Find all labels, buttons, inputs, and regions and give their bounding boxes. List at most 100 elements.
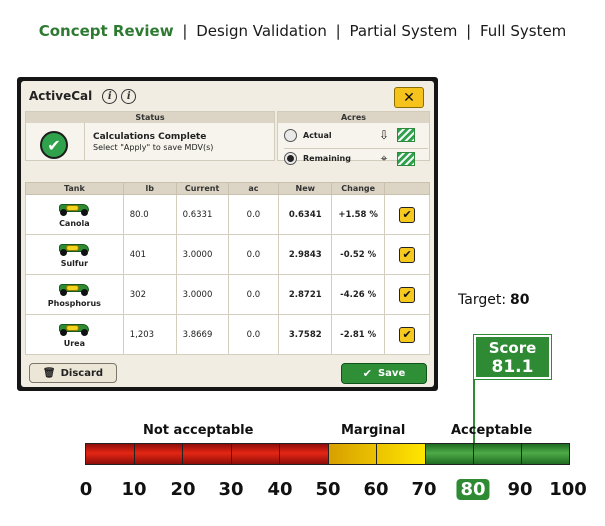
- radio-button-selected[interactable]: [284, 152, 297, 165]
- activecal-screen: ActiveCal i i ✕ Status ✔ Calculations Co…: [21, 81, 434, 387]
- column-header-tank: Tank: [25, 182, 124, 195]
- radio-button[interactable]: [284, 128, 297, 142]
- ac-cell: 0.0: [227, 194, 280, 235]
- scale-tick: [182, 444, 183, 464]
- tank-cell: Sulfur: [25, 234, 124, 275]
- scale-number: 60: [363, 479, 389, 500]
- table-row: Urea 1,203 3.8669 0.0 3.7582 -2.81 % ✔: [25, 314, 430, 355]
- column-header-apply: [384, 182, 430, 195]
- scale-number: 100: [549, 479, 587, 500]
- acres-option-actual[interactable]: Actual ⇩: [284, 126, 428, 144]
- table-row: Sulfur 401 3.0000 0.0 2.9843 -0.52 % ✔: [25, 234, 430, 275]
- scale-tick: [425, 444, 426, 464]
- column-header-lb: lb: [122, 182, 177, 195]
- score-scale-bar: [85, 443, 570, 465]
- save-button[interactable]: ✔ Save: [341, 363, 427, 384]
- current-cell: 0.6331: [175, 194, 229, 235]
- apply-cell: ✔: [384, 274, 430, 315]
- change-cell: -0.52 %: [331, 234, 386, 275]
- current-cell: 3.8669: [175, 314, 229, 355]
- zone-label-not-acceptable: Not acceptable: [143, 423, 254, 438]
- target-label: Target:: [458, 292, 507, 308]
- new-cell: 2.9843: [278, 234, 333, 275]
- lb-cell: 1,203: [122, 314, 177, 355]
- apply-checkbox[interactable]: ✔: [399, 246, 416, 263]
- review-stage-line: Concept Review | Design Validation | Par…: [0, 22, 605, 40]
- current-cell: 3.0000: [175, 274, 229, 315]
- tank-cell: Phosphorus: [25, 274, 124, 315]
- new-cell: 3.7582: [278, 314, 333, 355]
- info-icon[interactable]: i: [121, 88, 137, 104]
- column-header-current: Current: [175, 182, 229, 195]
- app-title: ActiveCal: [29, 89, 93, 103]
- tank-name: Canola: [59, 218, 90, 228]
- divider: [84, 123, 85, 161]
- zone-label-marginal: Marginal: [341, 423, 406, 438]
- scale-segment-not-acceptable: [86, 444, 328, 464]
- crosshair-icon: ⌖: [380, 151, 388, 165]
- zone-label-acceptable: Acceptable: [451, 423, 533, 438]
- scale-number: 30: [218, 479, 244, 500]
- tank-name: Sulfur: [60, 258, 89, 268]
- apply-cell: ✔: [384, 314, 430, 355]
- scale-segment-acceptable: [425, 444, 569, 464]
- current-cell: 3.0000: [175, 234, 229, 275]
- save-label: Save: [377, 368, 406, 379]
- status-subtitle: Select "Apply" to save MDV(s): [93, 143, 214, 152]
- stage-separator: |: [182, 22, 188, 40]
- sprayer-icon: [57, 242, 91, 256]
- tank-cell: Urea: [25, 314, 124, 355]
- scale-number: 70: [411, 479, 437, 500]
- ac-cell: 0.0: [227, 234, 280, 275]
- scale-number: 10: [121, 479, 147, 500]
- scale-tick: [279, 444, 280, 464]
- coverage-pattern-icon: [397, 128, 415, 142]
- tank-table: Tank lb Current ac New Change Canola 80.…: [25, 182, 430, 355]
- score-box: Score 81.1: [473, 334, 552, 380]
- stage-full-system: Full System: [479, 22, 567, 40]
- score-label: Score: [488, 339, 537, 357]
- new-cell: 2.8721: [278, 274, 333, 315]
- table-row: Phosphorus 302 3.0000 0.0 2.8721 -4.26 %…: [25, 274, 430, 315]
- acres-header: Acres: [278, 112, 429, 123]
- check-circle-icon: ✔: [40, 131, 68, 159]
- apply-checkbox[interactable]: ✔: [399, 326, 416, 343]
- stage-separator: |: [335, 22, 341, 40]
- scale-tick: [521, 444, 522, 464]
- score-value: 81.1: [491, 357, 534, 377]
- status-panel: Status ✔ Calculations Complete Select "A…: [25, 111, 275, 161]
- display-bezel: ActiveCal i i ✕ Status ✔ Calculations Co…: [17, 77, 438, 391]
- stage-concept-review: Concept Review: [38, 22, 174, 40]
- apply-checkbox[interactable]: ✔: [399, 206, 416, 223]
- apply-cell: ✔: [384, 234, 430, 275]
- apply-checkbox[interactable]: ✔: [399, 286, 416, 303]
- target-text: Target: 80: [458, 292, 530, 308]
- sprayer-icon: [57, 202, 91, 216]
- tank-name: Urea: [63, 338, 85, 348]
- tank-name: Phosphorus: [47, 298, 101, 308]
- discard-button[interactable]: 🗑 Discard: [29, 363, 117, 383]
- scale-tick: [231, 444, 232, 464]
- discard-label: Discard: [60, 367, 104, 379]
- sprayer-icon: [57, 282, 91, 296]
- close-button[interactable]: ✕: [394, 87, 424, 108]
- acres-option-label: Remaining: [303, 154, 351, 163]
- column-header-change: Change: [331, 182, 386, 195]
- lb-cell: 401: [122, 234, 177, 275]
- lb-cell: 80.0: [122, 194, 177, 235]
- scale-tick: [473, 444, 474, 464]
- info-icon[interactable]: i: [102, 88, 118, 104]
- scale-number-target: 80: [456, 479, 490, 500]
- scale-number: 20: [170, 479, 196, 500]
- new-cell: 0.6341: [278, 194, 333, 235]
- download-arrow-icon: ⇩: [378, 128, 390, 142]
- change-cell: -2.81 %: [331, 314, 386, 355]
- acres-panel: Acres Actual ⇩ Remaining ⌖: [277, 111, 430, 166]
- acres-option-label: Actual: [303, 130, 332, 140]
- scale-tick: [328, 444, 329, 464]
- stage-design-validation: Design Validation: [196, 22, 327, 40]
- stage-separator: |: [466, 22, 472, 40]
- scale-number: 90: [507, 479, 533, 500]
- acres-option-remaining[interactable]: Remaining ⌖: [284, 148, 428, 166]
- scale-number: 0: [79, 479, 93, 500]
